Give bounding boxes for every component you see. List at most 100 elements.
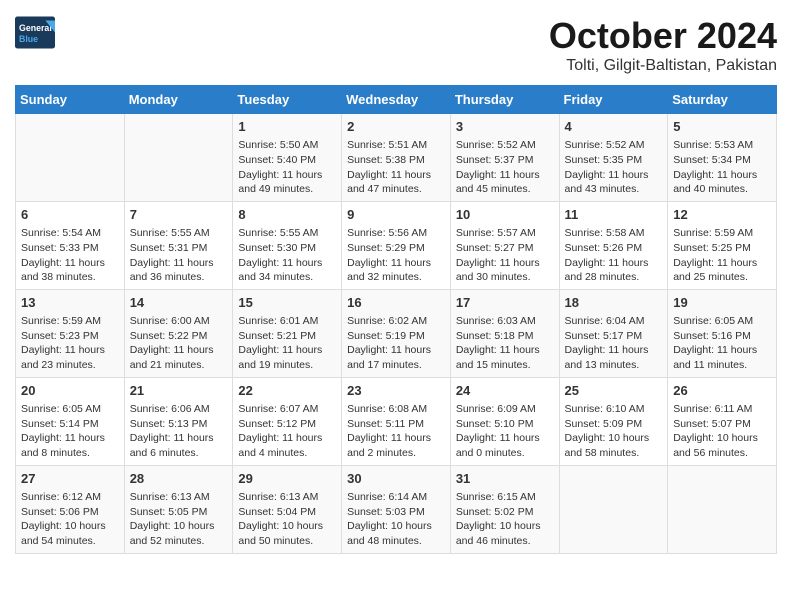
calendar-cell: 17 Sunrise: 6:03 AM Sunset: 5:18 PM Dayli… bbox=[450, 289, 559, 377]
page-header: General Blue October 2024 Tolti, Gilgit-… bbox=[15, 15, 777, 75]
calendar-cell: 12 Sunrise: 5:59 AM Sunset: 5:25 PM Dayli… bbox=[668, 201, 777, 289]
cell-content: Sunrise: 6:11 AM Sunset: 5:07 PM Dayligh… bbox=[673, 402, 771, 461]
location: Tolti, Gilgit-Baltistan, Pakistan bbox=[549, 57, 777, 75]
cell-content: Sunrise: 5:55 AM Sunset: 5:30 PM Dayligh… bbox=[238, 226, 336, 285]
cell-content: Sunrise: 6:06 AM Sunset: 5:13 PM Dayligh… bbox=[130, 402, 228, 461]
day-number: 7 bbox=[130, 206, 228, 224]
day-number: 17 bbox=[456, 294, 554, 312]
cell-content: Sunrise: 5:53 AM Sunset: 5:34 PM Dayligh… bbox=[673, 138, 771, 197]
cell-content: Sunrise: 6:14 AM Sunset: 5:03 PM Dayligh… bbox=[347, 490, 445, 549]
cell-content: Sunrise: 6:09 AM Sunset: 5:10 PM Dayligh… bbox=[456, 402, 554, 461]
cell-content: Sunrise: 6:13 AM Sunset: 5:04 PM Dayligh… bbox=[238, 490, 336, 549]
day-number: 29 bbox=[238, 470, 336, 488]
day-number: 28 bbox=[130, 470, 228, 488]
day-number: 25 bbox=[565, 382, 663, 400]
logo-icon: General Blue bbox=[15, 15, 55, 50]
day-number: 20 bbox=[21, 382, 119, 400]
calendar-cell: 13Sunrise: 5:59 AM Sunset: 5:23 PM Dayli… bbox=[16, 289, 125, 377]
day-number: 3 bbox=[456, 118, 554, 136]
day-number: 9 bbox=[347, 206, 445, 224]
day-number: 5 bbox=[673, 118, 771, 136]
calendar-cell: 30 Sunrise: 6:14 AM Sunset: 5:03 PM Dayli… bbox=[342, 465, 451, 553]
day-number: 27 bbox=[21, 470, 119, 488]
calendar-table: SundayMondayTuesdayWednesdayThursdayFrid… bbox=[15, 85, 777, 554]
day-number: 1 bbox=[238, 118, 336, 136]
day-number: 4 bbox=[565, 118, 663, 136]
day-number: 24 bbox=[456, 382, 554, 400]
calendar-cell: 31 Sunrise: 6:15 AM Sunset: 5:02 PM Dayli… bbox=[450, 465, 559, 553]
calendar-cell: 27Sunrise: 6:12 AM Sunset: 5:06 PM Dayli… bbox=[16, 465, 125, 553]
calendar-cell: 3 Sunrise: 5:52 AM Sunset: 5:37 PM Daylig… bbox=[450, 114, 559, 202]
cell-content: Sunrise: 5:59 AM Sunset: 5:25 PM Dayligh… bbox=[673, 226, 771, 285]
calendar-cell: 15 Sunrise: 6:01 AM Sunset: 5:21 PM Dayli… bbox=[233, 289, 342, 377]
day-number: 6 bbox=[21, 206, 119, 224]
day-number: 11 bbox=[565, 206, 663, 224]
day-number: 19 bbox=[673, 294, 771, 312]
calendar-cell: 10 Sunrise: 5:57 AM Sunset: 5:27 PM Dayli… bbox=[450, 201, 559, 289]
calendar-week-row: 20 Sunrise: 6:05 AM Sunset: 5:14 PM Dayli… bbox=[16, 377, 777, 465]
cell-content: Sunrise: 6:15 AM Sunset: 5:02 PM Dayligh… bbox=[456, 490, 554, 549]
calendar-week-row: 6Sunrise: 5:54 AM Sunset: 5:33 PM Daylig… bbox=[16, 201, 777, 289]
cell-content: Sunrise: 5:56 AM Sunset: 5:29 PM Dayligh… bbox=[347, 226, 445, 285]
day-header-tuesday: Tuesday bbox=[233, 86, 342, 114]
day-number: 14 bbox=[130, 294, 228, 312]
calendar-cell: 25 Sunrise: 6:10 AM Sunset: 5:09 PM Dayli… bbox=[559, 377, 668, 465]
cell-content: Sunrise: 5:51 AM Sunset: 5:38 PM Dayligh… bbox=[347, 138, 445, 197]
calendar-cell: 2 Sunrise: 5:51 AM Sunset: 5:38 PM Daylig… bbox=[342, 114, 451, 202]
cell-content: Sunrise: 5:52 AM Sunset: 5:37 PM Dayligh… bbox=[456, 138, 554, 197]
logo: General Blue bbox=[15, 15, 59, 50]
day-number: 21 bbox=[130, 382, 228, 400]
calendar-cell: 9 Sunrise: 5:56 AM Sunset: 5:29 PM Daylig… bbox=[342, 201, 451, 289]
calendar-header-row: SundayMondayTuesdayWednesdayThursdayFrid… bbox=[16, 86, 777, 114]
calendar-cell: 6Sunrise: 5:54 AM Sunset: 5:33 PM Daylig… bbox=[16, 201, 125, 289]
cell-content: Sunrise: 6:08 AM Sunset: 5:11 PM Dayligh… bbox=[347, 402, 445, 461]
cell-content: Sunrise: 6:10 AM Sunset: 5:09 PM Dayligh… bbox=[565, 402, 663, 461]
calendar-week-row: 1 Sunrise: 5:50 AM Sunset: 5:40 PM Daylig… bbox=[16, 114, 777, 202]
calendar-cell: 20 Sunrise: 6:05 AM Sunset: 5:14 PM Dayli… bbox=[16, 377, 125, 465]
cell-content: Sunrise: 6:05 AM Sunset: 5:14 PM Dayligh… bbox=[21, 402, 119, 461]
calendar-cell: 16 Sunrise: 6:02 AM Sunset: 5:19 PM Dayli… bbox=[342, 289, 451, 377]
day-number: 15 bbox=[238, 294, 336, 312]
calendar-cell: 5 Sunrise: 5:53 AM Sunset: 5:34 PM Daylig… bbox=[668, 114, 777, 202]
svg-text:Blue: Blue bbox=[19, 34, 38, 44]
title-block: October 2024 Tolti, Gilgit-Baltistan, Pa… bbox=[549, 15, 777, 75]
calendar-cell bbox=[16, 114, 125, 202]
day-number: 16 bbox=[347, 294, 445, 312]
day-number: 12 bbox=[673, 206, 771, 224]
calendar-cell bbox=[559, 465, 668, 553]
calendar-cell: 22Sunrise: 6:07 AM Sunset: 5:12 PM Dayli… bbox=[233, 377, 342, 465]
day-number: 2 bbox=[347, 118, 445, 136]
cell-content: Sunrise: 5:58 AM Sunset: 5:26 PM Dayligh… bbox=[565, 226, 663, 285]
day-number: 26 bbox=[673, 382, 771, 400]
calendar-cell: 4Sunrise: 5:52 AM Sunset: 5:35 PM Daylig… bbox=[559, 114, 668, 202]
calendar-cell bbox=[124, 114, 233, 202]
month-title: October 2024 bbox=[549, 15, 777, 57]
day-header-friday: Friday bbox=[559, 86, 668, 114]
cell-content: Sunrise: 6:02 AM Sunset: 5:19 PM Dayligh… bbox=[347, 314, 445, 373]
cell-content: Sunrise: 6:04 AM Sunset: 5:17 PM Dayligh… bbox=[565, 314, 663, 373]
cell-content: Sunrise: 6:05 AM Sunset: 5:16 PM Dayligh… bbox=[673, 314, 771, 373]
day-number: 23 bbox=[347, 382, 445, 400]
calendar-cell: 1 Sunrise: 5:50 AM Sunset: 5:40 PM Daylig… bbox=[233, 114, 342, 202]
calendar-cell: 26 Sunrise: 6:11 AM Sunset: 5:07 PM Dayli… bbox=[668, 377, 777, 465]
calendar-cell: 28Sunrise: 6:13 AM Sunset: 5:05 PM Dayli… bbox=[124, 465, 233, 553]
cell-content: Sunrise: 5:57 AM Sunset: 5:27 PM Dayligh… bbox=[456, 226, 554, 285]
cell-content: Sunrise: 5:50 AM Sunset: 5:40 PM Dayligh… bbox=[238, 138, 336, 197]
calendar-cell bbox=[668, 465, 777, 553]
cell-content: Sunrise: 6:00 AM Sunset: 5:22 PM Dayligh… bbox=[130, 314, 228, 373]
day-number: 31 bbox=[456, 470, 554, 488]
day-number: 30 bbox=[347, 470, 445, 488]
cell-content: Sunrise: 6:01 AM Sunset: 5:21 PM Dayligh… bbox=[238, 314, 336, 373]
day-number: 10 bbox=[456, 206, 554, 224]
day-number: 13 bbox=[21, 294, 119, 312]
cell-content: Sunrise: 6:07 AM Sunset: 5:12 PM Dayligh… bbox=[238, 402, 336, 461]
calendar-week-row: 27Sunrise: 6:12 AM Sunset: 5:06 PM Dayli… bbox=[16, 465, 777, 553]
day-header-thursday: Thursday bbox=[450, 86, 559, 114]
calendar-cell: 18Sunrise: 6:04 AM Sunset: 5:17 PM Dayli… bbox=[559, 289, 668, 377]
cell-content: Sunrise: 5:55 AM Sunset: 5:31 PM Dayligh… bbox=[130, 226, 228, 285]
calendar-cell: 23 Sunrise: 6:08 AM Sunset: 5:11 PM Dayli… bbox=[342, 377, 451, 465]
calendar-cell: 14 Sunrise: 6:00 AM Sunset: 5:22 PM Dayli… bbox=[124, 289, 233, 377]
day-header-monday: Monday bbox=[124, 86, 233, 114]
cell-content: Sunrise: 6:03 AM Sunset: 5:18 PM Dayligh… bbox=[456, 314, 554, 373]
calendar-week-row: 13Sunrise: 5:59 AM Sunset: 5:23 PM Dayli… bbox=[16, 289, 777, 377]
